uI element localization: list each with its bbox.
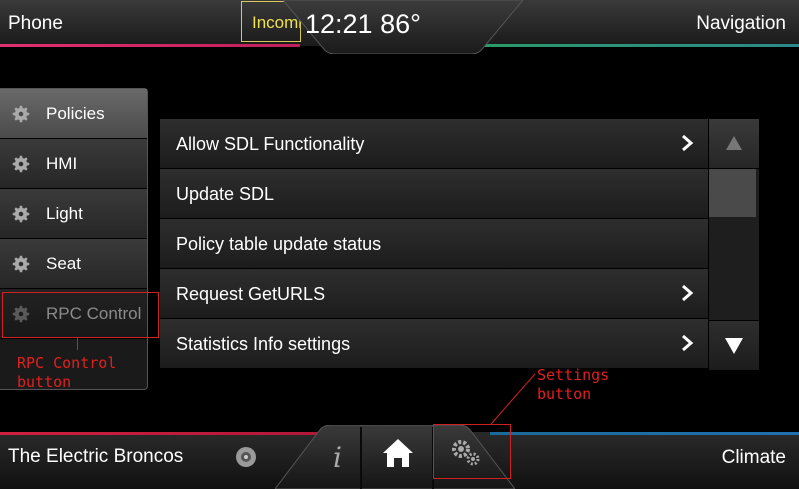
scroll-up-button[interactable]	[709, 119, 759, 169]
list-item-label: Update SDL	[176, 184, 275, 204]
scroll-thumb[interactable]	[709, 169, 756, 217]
navigation-button[interactable]: Navigation	[696, 13, 786, 35]
navigation-accent-line	[480, 44, 799, 47]
gear-icon	[12, 155, 30, 173]
climate-button[interactable]: Climate	[722, 447, 786, 469]
svg-text:i: i	[333, 441, 342, 474]
audio-source-button[interactable]: The Electric Broncos	[8, 446, 183, 468]
info-icon[interactable]: i	[333, 441, 342, 474]
chevron-right-icon	[682, 284, 694, 302]
sidebar-item-label: HMI	[46, 154, 78, 173]
settings-annotation-text: Settings button	[537, 366, 609, 404]
annotation-line: button	[537, 385, 592, 403]
scroll-down-button[interactable]	[709, 320, 759, 370]
list-item-label: Policy table update status	[176, 234, 382, 254]
rpc-control-annotation-pointer	[77, 338, 78, 350]
sidebar-item-light[interactable]: Light	[0, 189, 147, 239]
sidebar-item-label: Light	[46, 204, 83, 223]
settings-list: Allow SDL Functionality Update SDL Polic…	[160, 119, 708, 369]
rpc-control-annotation-box	[2, 292, 159, 338]
annotation-line: Settings	[537, 366, 610, 384]
triangle-up-icon	[726, 136, 742, 150]
phone-button[interactable]: Phone	[8, 13, 63, 35]
list-item-request-geturls[interactable]: Request GetURLS	[160, 269, 708, 319]
sidebar-item-label: Policies	[46, 104, 105, 123]
gear-icon	[12, 105, 30, 123]
list-item-label: Allow SDL Functionality	[176, 134, 365, 154]
chevron-right-icon	[682, 334, 694, 352]
sidebar-item-policies[interactable]: Policies	[0, 89, 147, 139]
gear-icon	[12, 255, 30, 273]
disc-icon	[236, 447, 256, 467]
settings-annotation-box	[433, 424, 511, 479]
list-item-update-sdl[interactable]: Update SDL	[160, 169, 708, 219]
list-item-policy-table-update-status[interactable]: Policy table update status	[160, 219, 708, 269]
sidebar-item-label: Seat	[46, 254, 81, 273]
sidebar-item-seat[interactable]: Seat	[0, 239, 147, 289]
sidebar-item-hmi[interactable]: HMI	[0, 139, 147, 189]
annotation-line: button	[17, 373, 72, 391]
clock-temperature-readout: 12:21 86°	[305, 9, 421, 39]
list-item-label: Request GetURLS	[176, 284, 326, 304]
list-item-label: Statistics Info settings	[176, 334, 351, 354]
triangle-down-icon	[725, 338, 743, 354]
rpc-control-annotation-text: RPC Control button	[17, 354, 116, 392]
list-item-statistics-info-settings[interactable]: Statistics Info settings	[160, 319, 708, 369]
list-scrollbar[interactable]	[708, 119, 759, 370]
gear-icon	[12, 205, 30, 223]
settings-sidebar: Policies HMI Light Seat RPC Control	[0, 88, 148, 390]
annotation-line: RPC Control	[17, 354, 117, 372]
climate-accent-line	[490, 432, 799, 435]
chevron-right-icon	[682, 134, 694, 152]
phone-accent-line	[0, 44, 300, 47]
list-item-allow-sdl-functionality[interactable]: Allow SDL Functionality	[160, 119, 708, 169]
